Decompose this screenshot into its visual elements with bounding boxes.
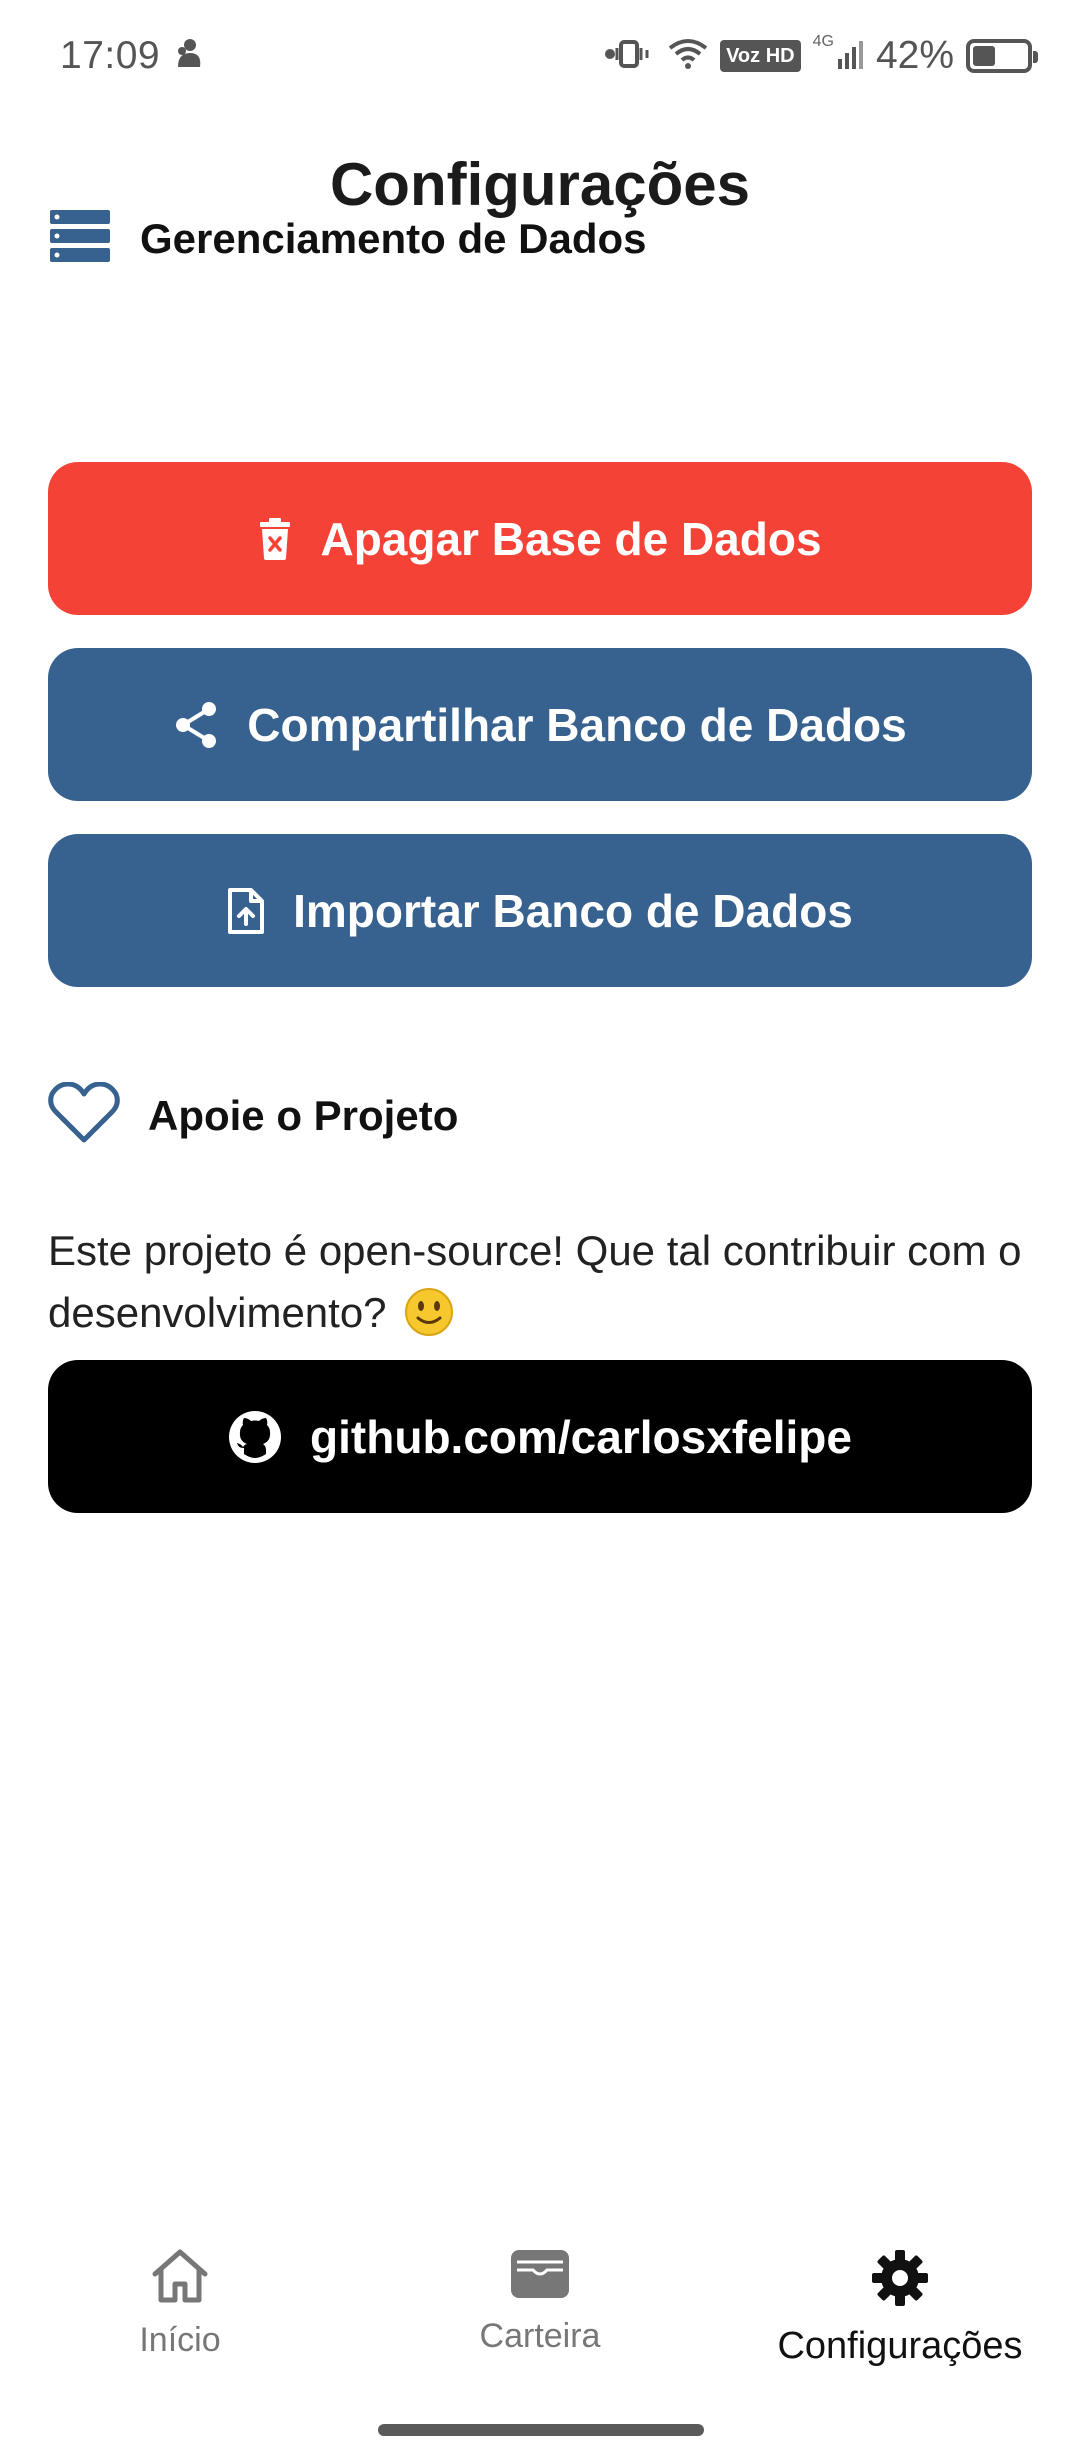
nav-item-carteira[interactable]: Carteira <box>360 2220 720 2390</box>
share-icon <box>173 701 219 749</box>
status-right: Voz HD 4G 42% <box>604 33 1038 78</box>
support-section-title: Apoie o Projeto <box>148 1091 459 1139</box>
share-database-label: Compartilhar Banco de Dados <box>247 698 907 751</box>
delete-database-button[interactable]: Apagar Base de Dados <box>48 462 1032 615</box>
delete-database-label: Apagar Base de Dados <box>320 512 822 565</box>
github-icon <box>228 1410 282 1464</box>
battery-icon <box>966 39 1038 73</box>
notification-app-icon <box>174 37 204 76</box>
trash-icon <box>258 517 292 560</box>
bottom-navigation: Início Carteira Configurações <box>0 2220 1080 2390</box>
status-left: 17:09 <box>60 34 204 78</box>
battery-percent: 42% <box>875 34 954 77</box>
github-button-label: github.com/carlosxfelipe <box>310 1410 852 1463</box>
battery-fill <box>973 46 995 66</box>
home-icon <box>151 2248 209 2309</box>
github-button[interactable]: github.com/carlosxfelipe <box>48 1360 1032 1513</box>
nav-label-carteira: Carteira <box>479 2317 601 2355</box>
import-database-label: Importar Banco de Dados <box>293 884 853 937</box>
wifi-icon <box>668 38 708 75</box>
settings-screen: 17:09 Voz HD 4G 42% Configurações Gerenc… <box>0 0 1080 2460</box>
gear-icon <box>870 2248 930 2313</box>
data-section-title: Gerenciamento de Dados <box>140 214 647 262</box>
import-database-button[interactable]: Importar Banco de Dados <box>48 834 1032 987</box>
network-type: 4G <box>812 33 834 50</box>
status-bar: 17:09 Voz HD 4G 42% <box>0 0 1080 112</box>
nav-label-configuracoes: Configurações <box>777 2325 1023 2367</box>
nav-label-inicio: Início <box>139 2321 221 2359</box>
support-description-text: Este projeto é open-source! Que tal cont… <box>48 1227 1022 1336</box>
support-description: Este projeto é open-source! Que tal cont… <box>48 1220 1032 1344</box>
file-upload-icon <box>227 887 265 934</box>
smile-emoji-icon <box>404 1287 454 1337</box>
nav-item-configuracoes[interactable]: Configurações <box>720 2220 1080 2390</box>
signal-icon <box>837 39 864 74</box>
voz-hd-badge: Voz HD <box>720 40 801 72</box>
support-section-header: Apoie o Projeto <box>48 1081 459 1149</box>
nav-item-inicio[interactable]: Início <box>0 2220 360 2390</box>
data-section-header: Gerenciamento de Dados <box>48 208 646 269</box>
home-indicator[interactable] <box>378 2424 704 2436</box>
heart-icon <box>48 1081 120 1149</box>
database-icon <box>48 208 112 269</box>
wallet-icon <box>509 2248 571 2305</box>
status-time: 17:09 <box>60 34 161 77</box>
vibrate-icon <box>604 38 656 75</box>
share-database-button[interactable]: Compartilhar Banco de Dados <box>48 648 1032 801</box>
